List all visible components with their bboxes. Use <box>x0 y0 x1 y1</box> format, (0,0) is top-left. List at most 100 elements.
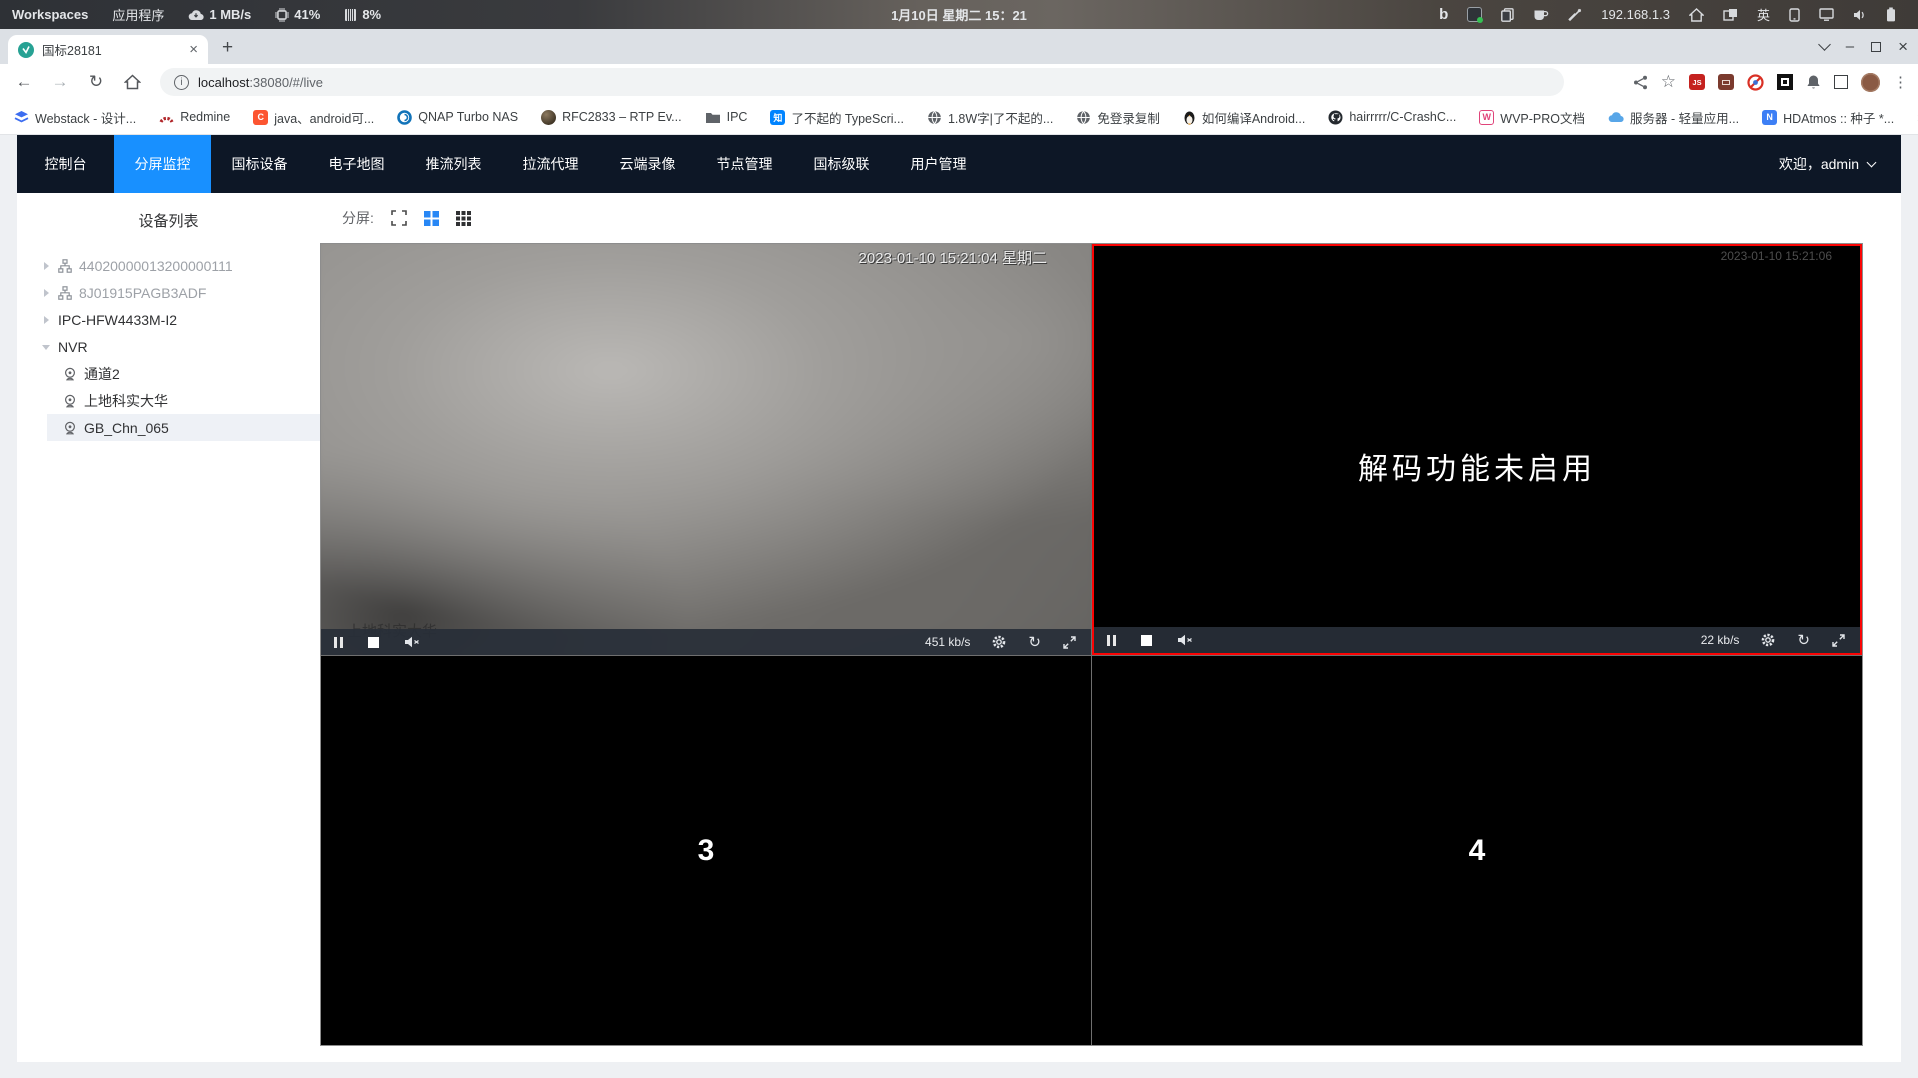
volume-muted-icon[interactable] <box>404 636 420 648</box>
input-method-indicator[interactable]: 英 <box>1757 5 1770 24</box>
browser-toolbar: ← → ↻ i localhost:38080/#/live ☆ JS ⋮ <box>0 64 1918 100</box>
pause-icon[interactable] <box>1107 634 1116 646</box>
bookmark-item[interactable]: Webstack - 设计... <box>14 108 136 127</box>
bookmark-star-icon[interactable]: ☆ <box>1661 72 1676 92</box>
video-control-bar: 22 kb/s ↻ <box>1094 627 1860 653</box>
profile-avatar[interactable] <box>1861 72 1880 92</box>
bookmark-item[interactable]: QNAP Turbo NAS <box>397 109 518 125</box>
topbar-left: Workspaces 应用程序 1 MB/s 41% 8% <box>0 5 381 24</box>
nav-tab-split-monitor[interactable]: 分屏监控 <box>114 135 211 193</box>
browser-tab[interactable]: 国标28181 × <box>8 35 208 64</box>
caret-right-icon[interactable] <box>39 288 53 297</box>
browser-menu-icon[interactable]: ⋮ <box>1893 73 1908 91</box>
maximize-button[interactable] <box>1871 41 1882 52</box>
workspace-switcher-icon[interactable] <box>1723 8 1738 22</box>
bing-tray-icon[interactable]: b <box>1439 6 1448 23</box>
nav-tab-user-manage[interactable]: 用户管理 <box>890 135 987 193</box>
caret-right-icon[interactable] <box>39 315 53 324</box>
qr-extension-icon[interactable] <box>1777 74 1793 90</box>
bookmark-item[interactable]: Redmine <box>159 110 230 124</box>
bookmark-item[interactable]: 服务器 - 轻量应用... <box>1608 108 1739 127</box>
url-path: :38080/#/live <box>249 74 324 90</box>
screenshot-extension-icon[interactable] <box>1834 75 1848 89</box>
home-tray-icon[interactable] <box>1688 7 1704 22</box>
reload-button[interactable]: ↻ <box>82 72 110 92</box>
nav-tab-cloud-record[interactable]: 云端录像 <box>599 135 696 193</box>
expand-icon[interactable] <box>1063 635 1076 649</box>
caret-down-icon[interactable] <box>39 344 53 350</box>
notes-app-tray-icon[interactable] <box>1467 7 1484 23</box>
bookmark-item[interactable]: 1.8W字|了不起的... <box>927 108 1053 127</box>
new-tab-button[interactable]: + <box>222 37 233 59</box>
minimize-button[interactable]: – <box>1846 38 1854 55</box>
clipboard-tray-icon[interactable] <box>1501 7 1514 22</box>
js-extension-icon[interactable]: JS <box>1689 74 1705 90</box>
share-icon[interactable] <box>1633 75 1648 90</box>
workspaces-button[interactable]: Workspaces <box>12 7 88 22</box>
coffee-tray-icon[interactable] <box>1533 8 1549 21</box>
bookmark-item[interactable]: N HDAtmos :: 种子 *... <box>1762 108 1894 127</box>
bookmark-item[interactable]: 如何编译Android... <box>1183 108 1305 127</box>
nav-tab-map[interactable]: 电子地图 <box>308 135 405 193</box>
applications-menu[interactable]: 应用程序 <box>112 5 164 24</box>
bookmark-item[interactable]: 免登录复制 <box>1076 108 1160 127</box>
bookmark-item[interactable]: W WVP-PRO文档 <box>1479 108 1585 127</box>
tree-item-device[interactable]: IPC-HFW4433M-I2 <box>17 306 320 333</box>
bookmark-item[interactable]: 知 了不起的 TypeScri... <box>770 108 904 127</box>
user-menu[interactable]: 欢迎，admin <box>1779 135 1901 193</box>
chevron-down-icon[interactable] <box>1817 38 1831 51</box>
nav-tab-console[interactable]: 控制台 <box>17 135 114 193</box>
tree-item-channel[interactable]: 通道2 <box>47 360 320 387</box>
nav-tab-pull-proxy[interactable]: 拉流代理 <box>502 135 599 193</box>
video-cell-1[interactable]: 2023-01-10 15:21:04 星期二 上地科实大华 451 kb/s … <box>321 244 1091 655</box>
mail-extension-icon[interactable] <box>1718 74 1734 90</box>
fullscreen-icon[interactable] <box>391 210 407 226</box>
stop-icon[interactable] <box>368 636 379 648</box>
settings-gear-icon[interactable] <box>992 635 1006 649</box>
display-tray-icon[interactable] <box>1819 8 1834 21</box>
nav-tab-gb-cascade[interactable]: 国标级联 <box>793 135 890 193</box>
expand-icon[interactable] <box>1832 633 1845 647</box>
nav-tab-node-manage[interactable]: 节点管理 <box>696 135 793 193</box>
stop-icon[interactable] <box>1141 634 1152 646</box>
tree-item-platform[interactable]: 8J01915PAGB3ADF <box>17 279 320 306</box>
caret-right-icon[interactable] <box>39 261 53 270</box>
tree-item-channel[interactable]: 上地科实大华 <box>47 387 320 414</box>
grid-2x2-icon[interactable] <box>423 210 439 226</box>
volume-muted-icon[interactable] <box>1177 634 1193 646</box>
battery-tray-icon[interactable] <box>1886 7 1896 22</box>
nav-tab-gb-devices[interactable]: 国标设备 <box>211 135 308 193</box>
nav-tab-push-list[interactable]: 推流列表 <box>405 135 502 193</box>
pause-icon[interactable] <box>334 636 343 648</box>
cpu-icon <box>275 7 290 22</box>
bookmark-item[interactable]: IPC <box>705 110 747 124</box>
tab-close-icon[interactable]: × <box>189 42 198 57</box>
grid-3x3-icon[interactable] <box>455 210 471 226</box>
network-speed-indicator: 1 MB/s <box>188 7 251 22</box>
forward-button[interactable]: → <box>46 72 74 92</box>
video-cell-3[interactable]: 3 <box>321 656 1091 1045</box>
refresh-icon[interactable]: ↻ <box>1797 633 1810 648</box>
volume-tray-icon[interactable] <box>1853 9 1867 21</box>
home-button[interactable] <box>118 74 146 90</box>
zhihu-icon: 知 <box>770 109 786 125</box>
tree-item-platform[interactable]: 44020000013200000111 <box>17 252 320 279</box>
url-bar[interactable]: i localhost:38080/#/live <box>160 68 1564 96</box>
screwdriver-tray-icon[interactable] <box>1568 8 1582 22</box>
adblock-extension-icon[interactable] <box>1747 73 1764 91</box>
notifier-extension-icon[interactable] <box>1806 74 1821 90</box>
close-window-button[interactable]: × <box>1898 37 1908 57</box>
ip-address[interactable]: 192.168.1.3 <box>1601 7 1670 22</box>
settings-gear-icon[interactable] <box>1761 633 1775 647</box>
video-cell-4[interactable]: 4 <box>1092 656 1862 1045</box>
phone-link-icon[interactable] <box>1789 7 1800 22</box>
site-info-icon[interactable]: i <box>174 74 189 90</box>
back-button[interactable]: ← <box>10 72 38 92</box>
tree-item-channel-selected[interactable]: GB_Chn_065 <box>47 414 320 441</box>
bookmark-item[interactable]: C java、android可... <box>253 108 374 127</box>
video-cell-2-active[interactable]: 2023-01-10 15:21:06 解码功能未启用 22 kb/s ↻ <box>1092 244 1862 655</box>
bookmark-item[interactable]: hairrrrr/C-CrashC... <box>1328 110 1456 125</box>
refresh-icon[interactable]: ↻ <box>1028 635 1041 650</box>
bookmark-item[interactable]: RFC2833 – RTP Ev... <box>541 109 682 125</box>
tree-item-device-expanded[interactable]: NVR <box>17 333 320 360</box>
